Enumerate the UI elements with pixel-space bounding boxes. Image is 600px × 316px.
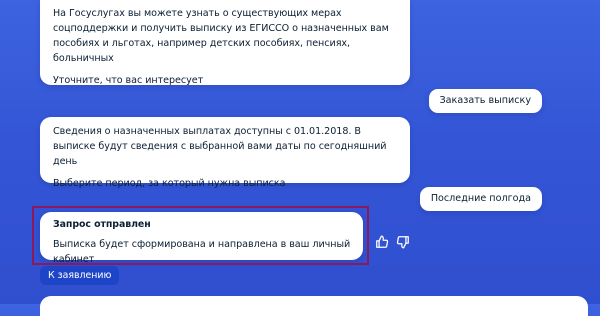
thumbs-up-icon[interactable] [374,235,389,250]
bot-message-text: На Госуслугах вы можете узнать о существ… [53,8,389,64]
bot-message-title: Запрос отправлен [53,219,151,230]
open-application-button[interactable]: К заявлению [40,266,120,285]
user-message-order-statement: Заказать выписку [428,89,542,113]
thumbs-down-icon[interactable] [395,235,410,250]
bot-message-request-sent: Запрос отправлен Выписка будет сформиров… [40,212,363,265]
bot-message-question: Уточните, что вас интересует [53,75,204,86]
bot-message-support-info: На Госуслугах вы можете узнать о существ… [40,0,410,86]
bot-message-text: Выписка будет сформирована и направлена … [53,239,351,265]
next-message-bubble [40,296,588,316]
bot-message-payments-info: Сведения о назначенных выплатах доступны… [40,117,410,189]
bot-message-question: Выберите период, за который нужна выписк… [53,178,286,189]
user-message-period: Последние полгода [419,187,542,211]
bot-message-text: Сведения о назначенных выплатах доступны… [53,126,387,167]
